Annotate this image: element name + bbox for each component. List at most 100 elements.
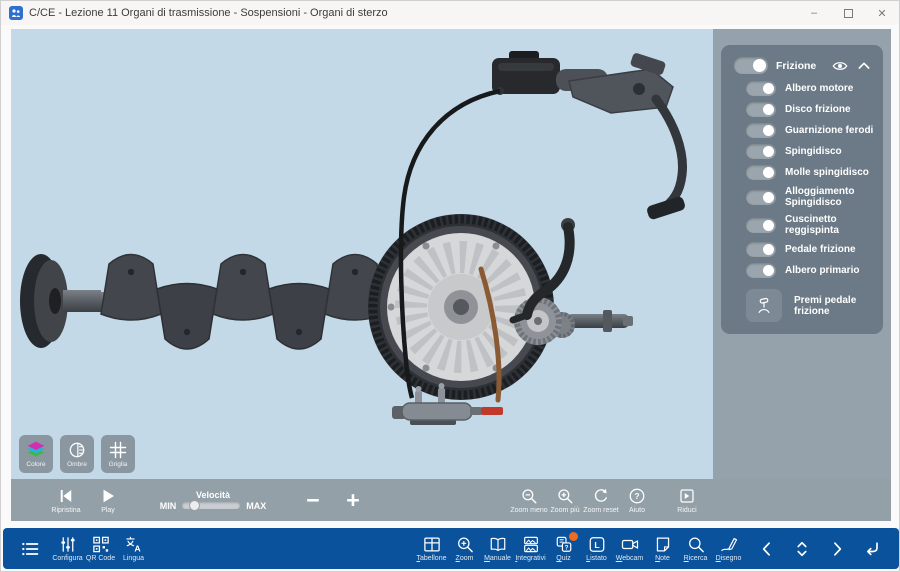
nav-previous-button[interactable] xyxy=(751,539,782,559)
speed-slider-knob[interactable] xyxy=(189,500,200,511)
clutch-3d-model[interactable] xyxy=(11,29,713,479)
taskbar-item-listato[interactable]: L Listato xyxy=(580,535,613,562)
taskbar-item-manuale[interactable]: Manuale xyxy=(481,535,514,562)
chevron-up-icon[interactable] xyxy=(856,58,872,74)
toggle-switch[interactable] xyxy=(746,218,776,233)
press-pedal-action[interactable]: Premi pedale frizione xyxy=(730,281,874,322)
speed-min-label: MIN xyxy=(160,501,177,511)
layer-item-albero-primario[interactable]: Albero primario xyxy=(730,260,874,281)
play-label: Play xyxy=(101,507,115,514)
shadows-button[interactable]: Ombre xyxy=(60,435,94,473)
taskbar-label: Integrativi xyxy=(515,555,545,562)
layer-item-disco-frizione[interactable]: Disco frizione xyxy=(730,99,874,120)
layer-item-pedale-frizione[interactable]: Pedale frizione xyxy=(730,239,874,260)
minimize-button[interactable]: – xyxy=(797,1,831,25)
taskbar-item-webcam[interactable]: Webcam xyxy=(613,535,646,562)
layer-item-cuscinetto-reggispinta[interactable]: Cuscinetto reggispinta xyxy=(730,211,874,239)
toggle-switch[interactable] xyxy=(746,242,776,257)
note-icon xyxy=(653,535,673,554)
taskbar-item-integrativi[interactable]: Integrativi xyxy=(514,535,547,562)
zoom-reset-icon xyxy=(591,487,611,505)
maximize-icon xyxy=(844,9,853,18)
return-arrow-icon xyxy=(862,539,882,559)
taskbar-label: Ricerca xyxy=(684,555,708,562)
speed-decrease-button[interactable]: − xyxy=(293,490,333,510)
zoom-out-label: Zoom meno xyxy=(510,507,547,514)
taskbar-item-quiz[interactable]: ? Quiz xyxy=(547,535,580,562)
zoom-in-icon xyxy=(555,487,575,505)
layer-item-albero-motore[interactable]: Albero motore xyxy=(730,78,874,99)
pen-icon xyxy=(719,535,739,554)
app-icon xyxy=(9,6,23,20)
qr-code-icon xyxy=(91,535,111,554)
layer-label: Spingidisco xyxy=(785,146,842,157)
taskbar-label: Zoom xyxy=(456,555,474,562)
taskbar-item-note[interactable]: Note xyxy=(646,535,679,562)
sliders-icon xyxy=(58,535,78,554)
toggle-switch[interactable] xyxy=(746,165,776,180)
zoom-out-icon xyxy=(519,487,539,505)
taskbar-item-lingua[interactable]: A Lingua xyxy=(117,535,150,562)
skip-start-icon xyxy=(56,487,76,505)
press-pedal-button[interactable] xyxy=(746,289,782,322)
speed-increase-button[interactable]: + xyxy=(333,490,373,510)
pedal-press-icon xyxy=(755,297,773,315)
layer-label: Pedale frizione xyxy=(785,244,856,255)
board-grid-icon xyxy=(422,535,442,554)
help-button[interactable]: ? Aiuto xyxy=(619,487,655,514)
color-button[interactable]: Colore xyxy=(19,435,53,473)
taskbar-item-configura[interactable]: Configura xyxy=(51,535,84,562)
layer-item-guarnizione-ferodi[interactable]: Guarnizione ferodi xyxy=(730,120,874,141)
taskbar-label: Webcam xyxy=(616,555,644,562)
layer-label: Alloggiamento Spingidisco xyxy=(785,186,874,208)
speed-label: Velocità xyxy=(196,490,230,500)
reduce-button[interactable]: Riduci xyxy=(669,487,705,514)
title-bar: C/CE - Lezione 11 Organi di trasmissione… xyxy=(1,1,899,25)
taskbar-item-zoom[interactable]: Zoom xyxy=(448,535,481,562)
maximize-button[interactable] xyxy=(831,1,865,25)
toggle-switch[interactable] xyxy=(746,263,776,278)
toggle-switch[interactable] xyxy=(746,102,776,117)
taskbar-item-ricerca[interactable]: Ricerca xyxy=(679,535,712,562)
toggle-switch[interactable] xyxy=(746,81,776,96)
taskbar-item-qr-code[interactable]: QR Code xyxy=(84,535,117,562)
taskbar-label: Disegno xyxy=(716,555,742,562)
quiz-notification-badge xyxy=(569,532,578,541)
list-menu-icon xyxy=(19,539,41,559)
eye-icon[interactable] xyxy=(832,58,848,74)
layers-panel: Frizione Albero motore Disco frizione xyxy=(721,45,883,334)
shadows-button-label: Ombre xyxy=(67,461,87,468)
speed-slider[interactable] xyxy=(182,502,240,509)
nav-return-button[interactable] xyxy=(856,539,887,559)
layer-label: Albero primario xyxy=(785,265,859,276)
grid-button[interactable]: Griglia xyxy=(101,435,135,473)
layer-item-molle-spingidisco[interactable]: Molle spingidisco xyxy=(730,162,874,183)
layer-item-alloggiamento-spingidisco[interactable]: Alloggiamento Spingidisco xyxy=(730,183,874,211)
toggle-switch[interactable] xyxy=(746,144,776,159)
toggle-switch[interactable] xyxy=(746,123,776,138)
taskbar-item-tabellone[interactable]: Tabellone xyxy=(415,535,448,562)
zoom-reset-label: Zoom reset xyxy=(583,507,618,514)
zoom-reset-button[interactable]: Zoom reset xyxy=(583,487,619,514)
taskbar-item-disegno[interactable]: Disegno xyxy=(712,535,745,562)
book-icon xyxy=(488,535,508,554)
play-button[interactable]: Play xyxy=(87,487,129,514)
close-button[interactable]: ✕ xyxy=(865,1,899,25)
listing-icon: L xyxy=(587,535,607,554)
frizione-toggle[interactable] xyxy=(734,57,768,74)
help-label: Aiuto xyxy=(629,507,645,514)
restore-button[interactable]: Ripristina xyxy=(45,487,87,514)
window-title: C/CE - Lezione 11 Organi di trasmissione… xyxy=(29,7,388,19)
nav-expand-button[interactable] xyxy=(786,539,817,559)
zoom-out-button[interactable]: Zoom meno xyxy=(511,487,547,514)
toggle-switch[interactable] xyxy=(746,190,776,205)
menu-button[interactable] xyxy=(15,539,45,559)
zoom-in-button[interactable]: Zoom più xyxy=(547,487,583,514)
layer-item-spingidisco[interactable]: Spingidisco xyxy=(730,141,874,162)
taskbar-label: Quiz xyxy=(556,555,570,562)
nav-next-button[interactable] xyxy=(821,539,852,559)
help-icon: ? xyxy=(627,487,647,505)
chevron-left-icon xyxy=(757,539,777,559)
collapse-panel-icon xyxy=(677,487,697,505)
svg-text:L: L xyxy=(594,540,600,550)
